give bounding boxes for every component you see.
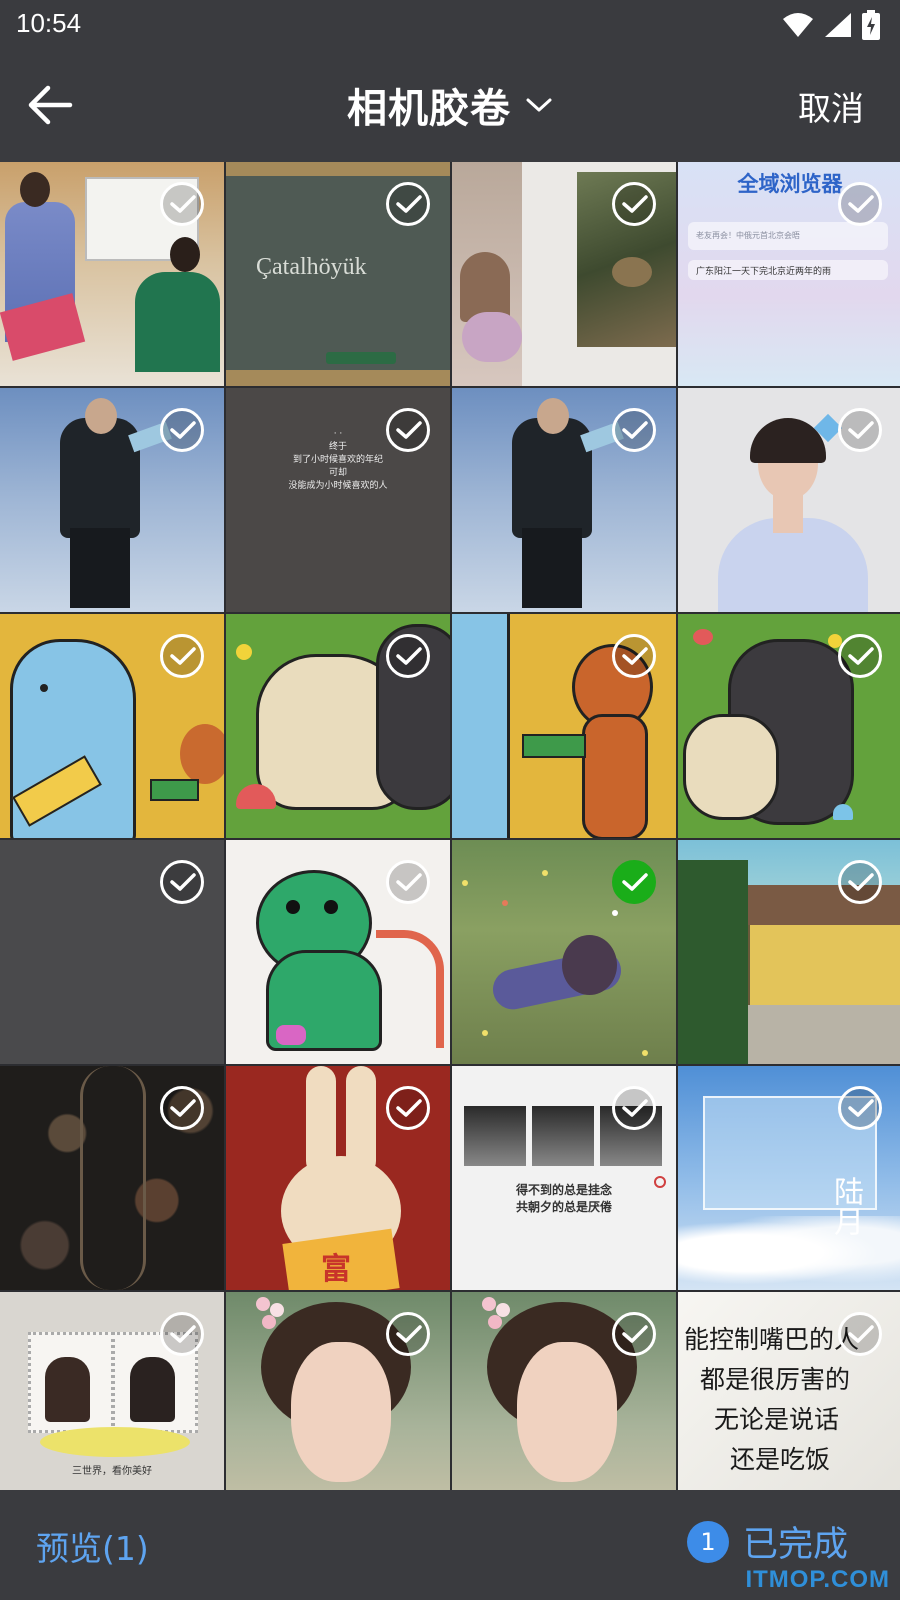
select-checkbox[interactable] (612, 1086, 656, 1130)
check-icon (622, 421, 648, 439)
photo-thumbnail[interactable] (226, 1292, 450, 1516)
select-checkbox[interactable] (160, 408, 204, 452)
wifi-icon (783, 13, 813, 37)
select-checkbox[interactable] (838, 634, 882, 678)
check-icon (848, 421, 874, 439)
check-icon (396, 873, 422, 891)
photo-thumbnail[interactable] (678, 840, 900, 1064)
check-icon (622, 873, 648, 891)
check-icon (848, 873, 874, 891)
check-icon (170, 195, 196, 213)
check-icon (848, 1325, 874, 1343)
watermark: ITMOP.COM (745, 1566, 890, 1593)
stamp-caption: 三世界，看你美好 (72, 1466, 152, 1477)
select-checkbox[interactable] (386, 182, 430, 226)
preview-button[interactable]: 预览(1) (36, 1522, 149, 1570)
photo-thumbnail[interactable] (678, 388, 900, 612)
select-checkbox-checked[interactable] (612, 860, 656, 904)
status-bar: 10:54 (0, 0, 900, 50)
cancel-button[interactable]: 取消 (798, 82, 864, 130)
select-checkbox[interactable] (386, 860, 430, 904)
select-checkbox[interactable] (160, 860, 204, 904)
album-title: 相机胶卷 (347, 86, 511, 132)
photo-thumbnail[interactable] (0, 840, 224, 1064)
photo-thumbnail[interactable] (226, 614, 450, 838)
signal-icon (825, 13, 851, 37)
rabbit-sign-text: 富 (321, 1252, 351, 1287)
select-checkbox[interactable] (838, 182, 882, 226)
check-icon (622, 1099, 648, 1117)
photo-thumbnail[interactable] (678, 614, 900, 838)
select-checkbox[interactable] (838, 860, 882, 904)
check-icon (848, 647, 874, 665)
select-checkbox[interactable] (160, 182, 204, 226)
photo-thumbnail[interactable] (0, 388, 224, 612)
select-checkbox[interactable] (386, 634, 430, 678)
check-icon (622, 647, 648, 665)
browser-news-text: 广东阳江一天下完北京近两年的雨 (696, 267, 832, 277)
album-selector[interactable]: 相机胶卷 (0, 76, 900, 134)
done-label: 已完成 (742, 1525, 848, 1565)
check-icon (848, 195, 874, 213)
photo-thumbnail[interactable]: · · 终于 到了小时候喜欢的年纪 可却 没能成为小时候喜欢的人 (226, 388, 450, 612)
select-checkbox[interactable] (612, 182, 656, 226)
check-icon (396, 1099, 422, 1117)
photo-thumbnail[interactable] (0, 1066, 224, 1290)
check-icon (170, 1325, 196, 1343)
browser-search-text: 老友再会！中俄元首北京会晤 (696, 231, 800, 240)
select-checkbox[interactable] (838, 408, 882, 452)
header: 相机胶卷 取消 (0, 50, 900, 162)
photo-thumbnail[interactable]: 陆月 (678, 1066, 900, 1290)
check-icon (848, 1099, 874, 1117)
status-time: 10:54 (16, 8, 82, 38)
select-checkbox[interactable] (160, 1312, 204, 1356)
photo-thumbnail[interactable] (452, 1292, 676, 1516)
photo-thumbnail[interactable]: 三世界，看你美好 (0, 1292, 224, 1516)
photo-thumbnail[interactable] (452, 840, 676, 1064)
select-checkbox[interactable] (386, 1086, 430, 1130)
select-checkbox[interactable] (386, 408, 430, 452)
select-checkbox[interactable] (160, 1086, 204, 1130)
sky-text: 陆月 (828, 1176, 863, 1236)
check-icon (396, 647, 422, 665)
check-icon (170, 1099, 196, 1117)
photo-thumbnail[interactable]: Çatalhöyük (226, 162, 450, 386)
selected-count-badge: 1 (686, 1520, 729, 1563)
select-checkbox[interactable] (838, 1312, 882, 1356)
photo-quote-line2: 共朝夕的总是厌倦 (515, 1200, 612, 1214)
check-icon (170, 647, 196, 665)
photo-thumbnail[interactable] (0, 162, 224, 386)
check-icon (170, 421, 196, 439)
photo-thumbnail[interactable] (226, 840, 450, 1064)
select-checkbox[interactable] (612, 408, 656, 452)
photo-thumbnail[interactable] (452, 162, 676, 386)
check-icon (170, 873, 196, 891)
check-icon (396, 1325, 422, 1343)
chalkboard-text: Çatalhöyük (256, 254, 367, 280)
check-icon (622, 1325, 648, 1343)
select-checkbox[interactable] (160, 634, 204, 678)
select-checkbox[interactable] (386, 1312, 430, 1356)
done-button[interactable]: 1 已完成 (686, 1516, 848, 1567)
select-checkbox[interactable] (612, 634, 656, 678)
battery-icon (862, 10, 880, 40)
photo-thumbnail[interactable] (452, 388, 676, 612)
check-icon (396, 421, 422, 439)
photo-thumbnail[interactable] (0, 614, 224, 838)
check-icon (396, 195, 422, 213)
select-checkbox[interactable] (838, 1086, 882, 1130)
photo-thumbnail[interactable]: 得不到的总是挂念 共朝夕的总是厌倦 (452, 1066, 676, 1290)
check-icon (622, 195, 648, 213)
photo-thumbnail[interactable]: 能控制嘴巴的人 都是很厉害的 无论是说话 还是吃饭 (678, 1292, 900, 1516)
photo-thumbnail[interactable]: 全域浏览器 老友再会！中俄元首北京会晤 广东阳江一天下完北京近两年的雨 (678, 162, 900, 386)
photo-thumbnail[interactable]: 富 (226, 1066, 450, 1290)
select-checkbox[interactable] (612, 1312, 656, 1356)
photo-thumbnail[interactable] (452, 614, 676, 838)
chevron-down-icon (526, 98, 552, 112)
photo-quote-line1: 得不到的总是挂念 (515, 1183, 612, 1197)
photo-grid: Çatalhöyük 全域浏览器 老友再会！中俄元首北京会晤 广东阳江一天下完北… (0, 162, 900, 1516)
